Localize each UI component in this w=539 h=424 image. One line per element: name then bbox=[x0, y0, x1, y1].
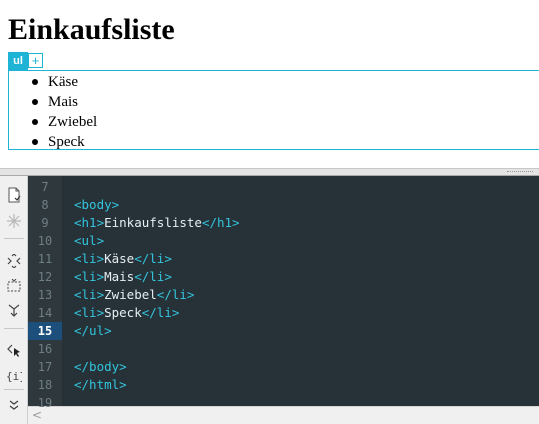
splitter-grip[interactable] bbox=[507, 171, 533, 174]
open-tag: </html> bbox=[74, 377, 127, 392]
line-number: 19 bbox=[37, 396, 53, 410]
ul-element-tag[interactable]: ul bbox=[8, 52, 28, 70]
list-item: Speck bbox=[30, 132, 97, 152]
list-item: Käse bbox=[30, 72, 97, 92]
code-line[interactable]: <body> bbox=[0, 196, 539, 214]
code-line[interactable]: </body> bbox=[0, 358, 539, 376]
code-line-content: <li>Mais</li> bbox=[74, 268, 172, 286]
code-line[interactable]: </ul> bbox=[0, 322, 539, 340]
open-tag: </body> bbox=[74, 359, 127, 374]
list-item: Mais bbox=[30, 92, 97, 112]
code-line-content: <ul> bbox=[74, 232, 104, 250]
shopping-list: Käse Mais Zwiebel Speck bbox=[30, 72, 97, 152]
code-line[interactable]: <li>Zwiebel</li> bbox=[0, 286, 539, 304]
page-title: Einkaufsliste bbox=[8, 13, 175, 46]
code-line[interactable]: <li>Mais</li> bbox=[0, 268, 539, 286]
tag-text: Einkaufsliste bbox=[104, 215, 202, 230]
code-line[interactable]: <ul> bbox=[0, 232, 539, 250]
close-tag: </h1> bbox=[201, 215, 240, 230]
code-line-content: </body> bbox=[74, 358, 127, 376]
line-number: 15 bbox=[28, 322, 62, 340]
ul-add-button[interactable]: + bbox=[28, 53, 43, 68]
code-line-content: <li>Speck</li> bbox=[74, 304, 179, 322]
line-number: 18 bbox=[37, 378, 53, 392]
open-tag: <li> bbox=[74, 251, 105, 266]
code-line[interactable]: </html> bbox=[0, 376, 539, 394]
line-number: 9 bbox=[41, 216, 49, 230]
preview-pane: Einkaufsliste ul + Käse Mais Zwiebel Spe… bbox=[0, 0, 539, 168]
close-tag: </li> bbox=[156, 287, 195, 302]
line-number: 17 bbox=[37, 360, 53, 374]
open-tag: <li> bbox=[74, 305, 105, 320]
line-number: 13 bbox=[37, 288, 53, 302]
code-line-content: <li>Zwiebel</li> bbox=[74, 286, 194, 304]
code-line[interactable] bbox=[0, 340, 539, 358]
tag-text: Mais bbox=[104, 269, 135, 284]
list-item: Zwiebel bbox=[30, 112, 97, 132]
line-number: 11 bbox=[37, 252, 53, 266]
close-tag: </li> bbox=[134, 269, 172, 284]
horizontal-scrollbar[interactable]: < bbox=[28, 406, 539, 424]
tag-text: Speck bbox=[104, 305, 142, 320]
open-tag: <h1> bbox=[74, 215, 105, 230]
line-number: 8 bbox=[41, 198, 49, 212]
tag-text: Käse bbox=[104, 251, 135, 266]
line-number: 14 bbox=[37, 306, 53, 320]
code-line[interactable]: <h1>Einkaufsliste</h1> bbox=[0, 214, 539, 232]
line-number: 10 bbox=[37, 234, 53, 248]
code-line-content: </html> bbox=[74, 376, 127, 394]
code-line-content: <li>Käse</li> bbox=[74, 250, 172, 268]
open-tag: <li> bbox=[74, 287, 105, 302]
pane-splitter[interactable] bbox=[0, 168, 539, 176]
code-line-content: <h1>Einkaufsliste</h1> bbox=[74, 214, 240, 232]
code-line-content: <body> bbox=[74, 196, 119, 214]
close-tag: </li> bbox=[134, 251, 172, 266]
open-tag: </ul> bbox=[74, 323, 112, 338]
code-line-content: </ul> bbox=[74, 322, 112, 340]
open-tag: <body> bbox=[74, 197, 120, 212]
open-tag: <ul> bbox=[74, 233, 105, 248]
code-line[interactable]: <li>Speck</li> bbox=[0, 304, 539, 322]
close-tag: </li> bbox=[141, 305, 180, 320]
open-tag: <li> bbox=[74, 269, 105, 284]
line-number: 7 bbox=[41, 180, 49, 194]
code-line[interactable] bbox=[0, 178, 539, 196]
line-number: 12 bbox=[37, 270, 53, 284]
tag-text: Zwiebel bbox=[104, 287, 157, 302]
line-number: 16 bbox=[37, 342, 53, 356]
code-line[interactable]: <li>Käse</li> bbox=[0, 250, 539, 268]
